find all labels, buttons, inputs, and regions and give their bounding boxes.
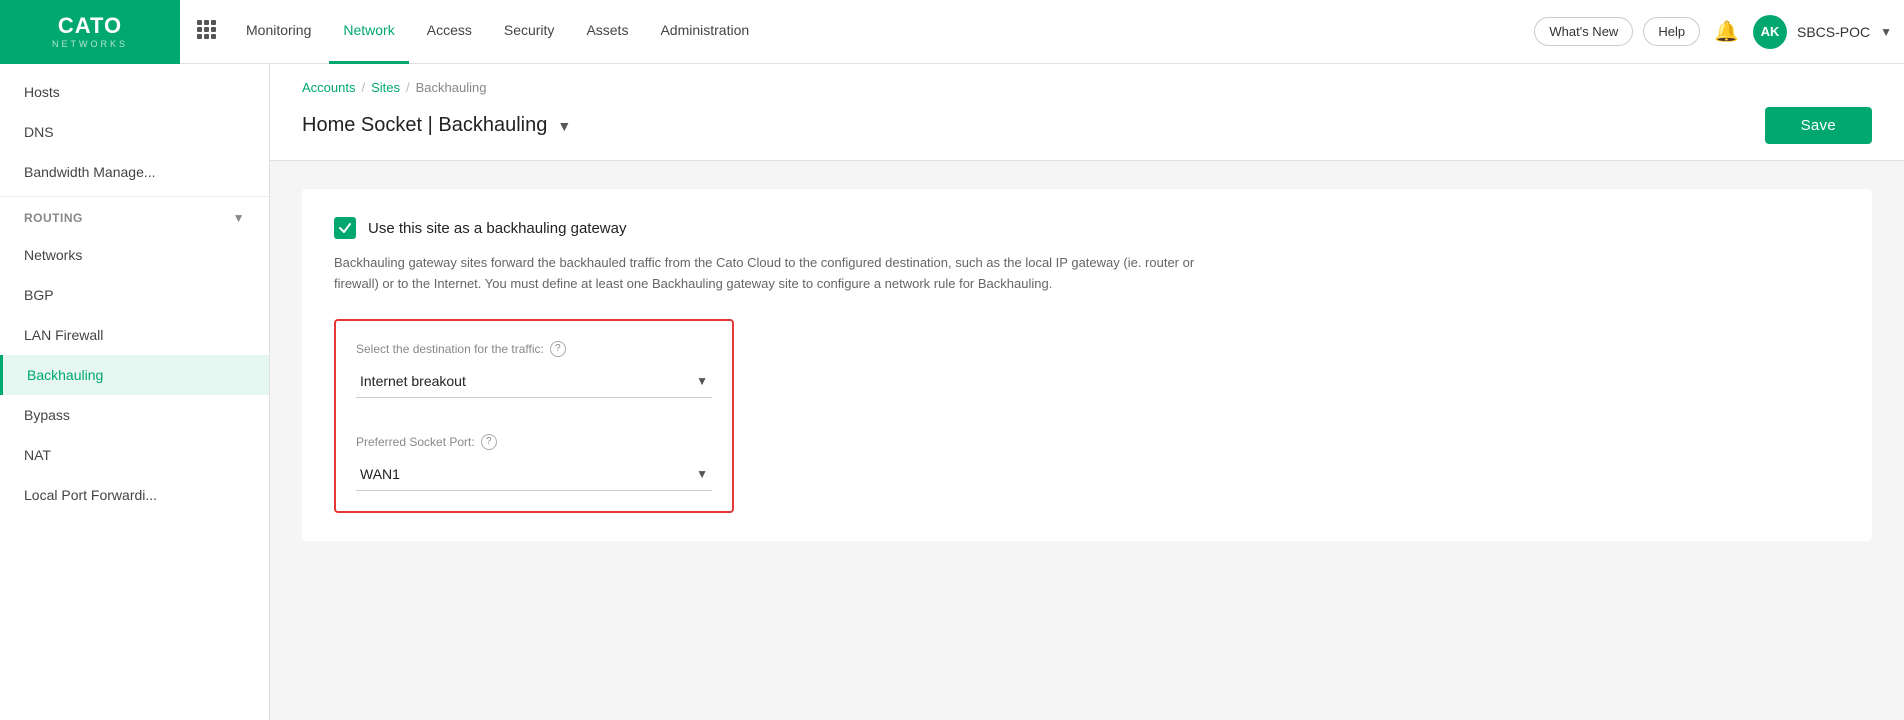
breadcrumb: Accounts / Sites / Backhauling [302, 80, 1872, 95]
socket-port-dropdown[interactable]: WAN1 ▼ [356, 458, 712, 491]
sidebar-divider [0, 196, 269, 197]
socket-port-dropdown-arrow-icon: ▼ [696, 467, 708, 481]
title-chevron-icon: ▼ [557, 118, 571, 134]
nav-security[interactable]: Security [490, 0, 569, 64]
nav-network[interactable]: Network [329, 0, 408, 64]
destination-value: Internet breakout [360, 373, 466, 389]
destination-label-text: Select the destination for the traffic: [356, 342, 544, 356]
sidebar: Hosts DNS Bandwidth Manage... ROUTING ▼ … [0, 64, 270, 720]
destination-dropdown[interactable]: Internet breakout ▼ [356, 365, 712, 398]
field-separator [356, 418, 712, 434]
socket-port-label-text: Preferred Socket Port: [356, 435, 475, 449]
nav-menu: Monitoring Network Access Security Asset… [232, 0, 1534, 64]
whats-new-button[interactable]: What's New [1534, 17, 1633, 46]
destination-help-icon[interactable]: ? [550, 341, 566, 357]
backhauling-checkbox[interactable] [334, 217, 356, 239]
account-chevron-icon[interactable]: ▼ [1880, 25, 1892, 39]
sidebar-item-networks[interactable]: Networks [0, 235, 269, 275]
main-layout: Hosts DNS Bandwidth Manage... ROUTING ▼ … [0, 64, 1904, 720]
backhauling-description: Backhauling gateway sites forward the ba… [334, 253, 1234, 295]
logo-sub: NETWORKS [52, 39, 128, 49]
content-area: Accounts / Sites / Backhauling Home Sock… [270, 64, 1904, 720]
nav-access[interactable]: Access [413, 0, 486, 64]
logo[interactable]: CATO NETWORKS [0, 0, 180, 64]
sidebar-item-dns[interactable]: DNS [0, 112, 269, 152]
sidebar-item-local-port-forwarding[interactable]: Local Port Forwardi... [0, 475, 269, 515]
grid-icon[interactable] [196, 19, 216, 44]
breadcrumb-accounts[interactable]: Accounts [302, 80, 355, 95]
sidebar-item-nat[interactable]: NAT [0, 435, 269, 475]
socket-port-value: WAN1 [360, 466, 400, 482]
nav-monitoring[interactable]: Monitoring [232, 0, 325, 64]
page-title[interactable]: Home Socket | Backhauling ▼ [302, 114, 571, 137]
socket-port-field-label: Preferred Socket Port: ? [356, 434, 712, 450]
sidebar-item-lan-firewall[interactable]: LAN Firewall [0, 315, 269, 355]
logo-name: CATO [52, 15, 128, 37]
config-box: Select the destination for the traffic: … [334, 319, 734, 513]
breadcrumb-sep-1: / [361, 80, 365, 95]
nav-assets[interactable]: Assets [572, 0, 642, 64]
avatar[interactable]: AK [1753, 15, 1787, 49]
content-header: Accounts / Sites / Backhauling Home Sock… [270, 64, 1904, 161]
nav-right-controls: What's New Help 🔔 AK SBCS-POC ▼ [1534, 15, 1892, 49]
breadcrumb-current: Backhauling [416, 80, 487, 95]
sidebar-item-bandwidth[interactable]: Bandwidth Manage... [0, 152, 269, 192]
help-button[interactable]: Help [1643, 17, 1700, 46]
sidebar-item-bgp[interactable]: BGP [0, 275, 269, 315]
top-navigation: CATO NETWORKS Monitoring Network Access … [0, 0, 1904, 64]
page-title-text: Home Socket | Backhauling [302, 114, 547, 137]
backhauling-checkbox-row: Use this site as a backhauling gateway [334, 217, 1840, 239]
routing-chevron-icon: ▼ [233, 211, 245, 225]
nav-administration[interactable]: Administration [646, 0, 763, 64]
breadcrumb-sep-2: / [406, 80, 410, 95]
sidebar-item-hosts[interactable]: Hosts [0, 72, 269, 112]
routing-section-header[interactable]: ROUTING ▼ [0, 201, 269, 235]
socket-port-help-icon[interactable]: ? [481, 434, 497, 450]
notification-bell-icon[interactable]: 🔔 [1714, 19, 1739, 44]
destination-dropdown-arrow-icon: ▼ [696, 374, 708, 388]
save-button[interactable]: Save [1765, 107, 1872, 144]
account-name[interactable]: SBCS-POC [1797, 24, 1870, 40]
backhauling-card: Use this site as a backhauling gateway B… [302, 189, 1872, 541]
sidebar-item-backhauling[interactable]: Backhauling [0, 355, 269, 395]
destination-field-label: Select the destination for the traffic: … [356, 341, 712, 357]
sidebar-item-bypass[interactable]: Bypass [0, 395, 269, 435]
page-title-row: Home Socket | Backhauling ▼ Save [302, 107, 1872, 144]
routing-section-label: ROUTING [24, 211, 83, 225]
backhauling-checkbox-label: Use this site as a backhauling gateway [368, 220, 626, 237]
breadcrumb-sites[interactable]: Sites [371, 80, 400, 95]
content-body: Use this site as a backhauling gateway B… [270, 161, 1904, 569]
